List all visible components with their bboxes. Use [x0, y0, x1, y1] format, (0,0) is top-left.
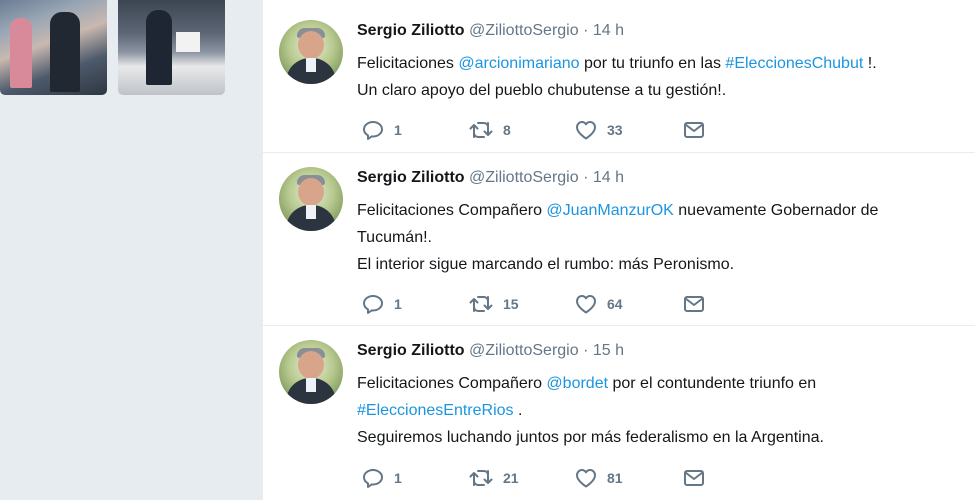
tweet-link[interactable]: @bordet	[546, 375, 608, 392]
reply-count: 1	[394, 470, 402, 486]
direct-message-icon	[684, 122, 704, 138]
author-handle[interactable]: @ZiliottoSergio	[469, 169, 579, 186]
tweet-text-segment: El interior sigue marcando el rumbo: más…	[357, 256, 735, 273]
tweet-text-segment: Felicitaciones Compañero	[357, 202, 547, 219]
media-thumbnail[interactable]	[118, 0, 225, 95]
tweet-link[interactable]: #EleccionesChubut	[725, 55, 863, 72]
tweet[interactable]: Sergio Ziliotto @ZiliottoSergio · 14 h F…	[263, 153, 975, 326]
tweet-link[interactable]: @JuanManzurOK	[546, 202, 673, 219]
tweet-text-segment: Felicitaciones Compañero	[357, 375, 547, 392]
heart-icon	[576, 121, 596, 140]
media-sidebar	[0, 0, 262, 500]
tweet-text-segment: Felicitaciones	[357, 55, 459, 72]
tweet-text-segment: por el contundente triunfo en	[608, 375, 817, 392]
reply-icon	[363, 121, 383, 140]
reply-count: 1	[394, 122, 402, 138]
retweet-icon	[469, 296, 493, 312]
tweet[interactable]: Sergio Ziliotto @ZiliottoSergio · 14 h F…	[263, 6, 975, 153]
tweet-text-line: Felicitaciones @arcionimariano por tu tr…	[357, 50, 957, 77]
tweet-text-line: Seguiremos luchando juntos por más feder…	[357, 424, 957, 451]
heart-icon	[576, 469, 596, 488]
reply-icon	[363, 295, 383, 314]
author-handle[interactable]: @ZiliottoSergio	[469, 22, 579, 39]
tweet-text-segment: Seguiremos luchando juntos por más feder…	[357, 429, 824, 446]
like-count: 64	[607, 296, 623, 312]
tweet-text: Felicitaciones Compañero @bordet por el …	[357, 370, 957, 451]
tweet-text-line: El interior sigue marcando el rumbo: más…	[357, 251, 957, 278]
tweet-text-line: #EleccionesEntreRios .	[357, 397, 957, 424]
direct-message-button[interactable]	[683, 467, 705, 489]
author-name[interactable]: Sergio Ziliotto	[357, 22, 465, 39]
reply-icon	[363, 469, 383, 488]
tweet-text-line: Felicitaciones Compañero @bordet por el …	[357, 370, 957, 397]
separator-dot: ·	[583, 22, 589, 39]
separator-dot: ·	[583, 169, 589, 186]
avatar[interactable]	[279, 20, 343, 84]
tweet-timestamp[interactable]: 14 h	[593, 169, 624, 186]
tweet-text: Felicitaciones Compañero @JuanManzurOK n…	[357, 197, 957, 278]
tweet-text-segment: nuevamente Gobernador de	[673, 202, 879, 219]
reply-button[interactable]: 1	[362, 119, 402, 141]
heart-icon	[576, 295, 596, 314]
tweet-text: Felicitaciones @arcionimariano por tu tr…	[357, 50, 957, 104]
tweet-text-line: Felicitaciones Compañero @JuanManzurOK n…	[357, 197, 957, 224]
like-count: 81	[607, 470, 623, 486]
tweet-text-segment: !.	[863, 55, 877, 72]
tweet-text-segment: por tu triunfo en las	[579, 55, 726, 72]
tweet-text-segment: Un claro apoyo del pueblo chubutense a t…	[357, 82, 727, 99]
direct-message-icon	[684, 296, 704, 312]
retweet-count: 15	[503, 296, 519, 312]
like-button[interactable]: 33	[575, 119, 623, 141]
retweet-icon	[469, 470, 493, 486]
tweet-text-segment: Tucumán!.	[357, 229, 432, 246]
retweet-button[interactable]: 15	[469, 293, 519, 315]
tweet-header: Sergio Ziliotto @ZiliottoSergio · 15 h	[357, 342, 624, 360]
retweet-button[interactable]: 21	[469, 467, 519, 489]
tweet-header: Sergio Ziliotto @ZiliottoSergio · 14 h	[357, 169, 624, 187]
tweet-text-line: Tucumán!.	[357, 224, 957, 251]
direct-message-button[interactable]	[683, 119, 705, 141]
tweet-text-segment: .	[513, 402, 523, 419]
reply-count: 1	[394, 296, 402, 312]
reply-button[interactable]: 1	[362, 293, 402, 315]
avatar[interactable]	[279, 340, 343, 404]
tweet[interactable]: Sergio Ziliotto @ZiliottoSergio · 15 h F…	[263, 326, 975, 500]
tweet-text-line: Un claro apoyo del pueblo chubutense a t…	[357, 77, 957, 104]
like-button[interactable]: 81	[575, 467, 623, 489]
reply-button[interactable]: 1	[362, 467, 402, 489]
like-count: 33	[607, 122, 623, 138]
tweet-timestamp[interactable]: 15 h	[593, 342, 624, 359]
avatar[interactable]	[279, 167, 343, 231]
media-thumbnail[interactable]	[0, 0, 107, 95]
retweet-button[interactable]: 8	[469, 119, 511, 141]
separator-dot: ·	[583, 342, 589, 359]
retweet-count: 8	[503, 122, 511, 138]
direct-message-icon	[684, 470, 704, 486]
retweet-count: 21	[503, 470, 519, 486]
author-handle[interactable]: @ZiliottoSergio	[469, 342, 579, 359]
retweet-icon	[469, 122, 493, 138]
direct-message-button[interactable]	[683, 293, 705, 315]
author-name[interactable]: Sergio Ziliotto	[357, 342, 465, 359]
tweet-link[interactable]: #EleccionesEntreRios	[357, 402, 514, 419]
tweet-link[interactable]: @arcionimariano	[458, 55, 579, 72]
tweet-timestamp[interactable]: 14 h	[593, 22, 624, 39]
like-button[interactable]: 64	[575, 293, 623, 315]
tweet-timeline: Sergio Ziliotto @ZiliottoSergio · 14 h F…	[262, 0, 975, 500]
author-name[interactable]: Sergio Ziliotto	[357, 169, 465, 186]
tweet-header: Sergio Ziliotto @ZiliottoSergio · 14 h	[357, 22, 624, 40]
